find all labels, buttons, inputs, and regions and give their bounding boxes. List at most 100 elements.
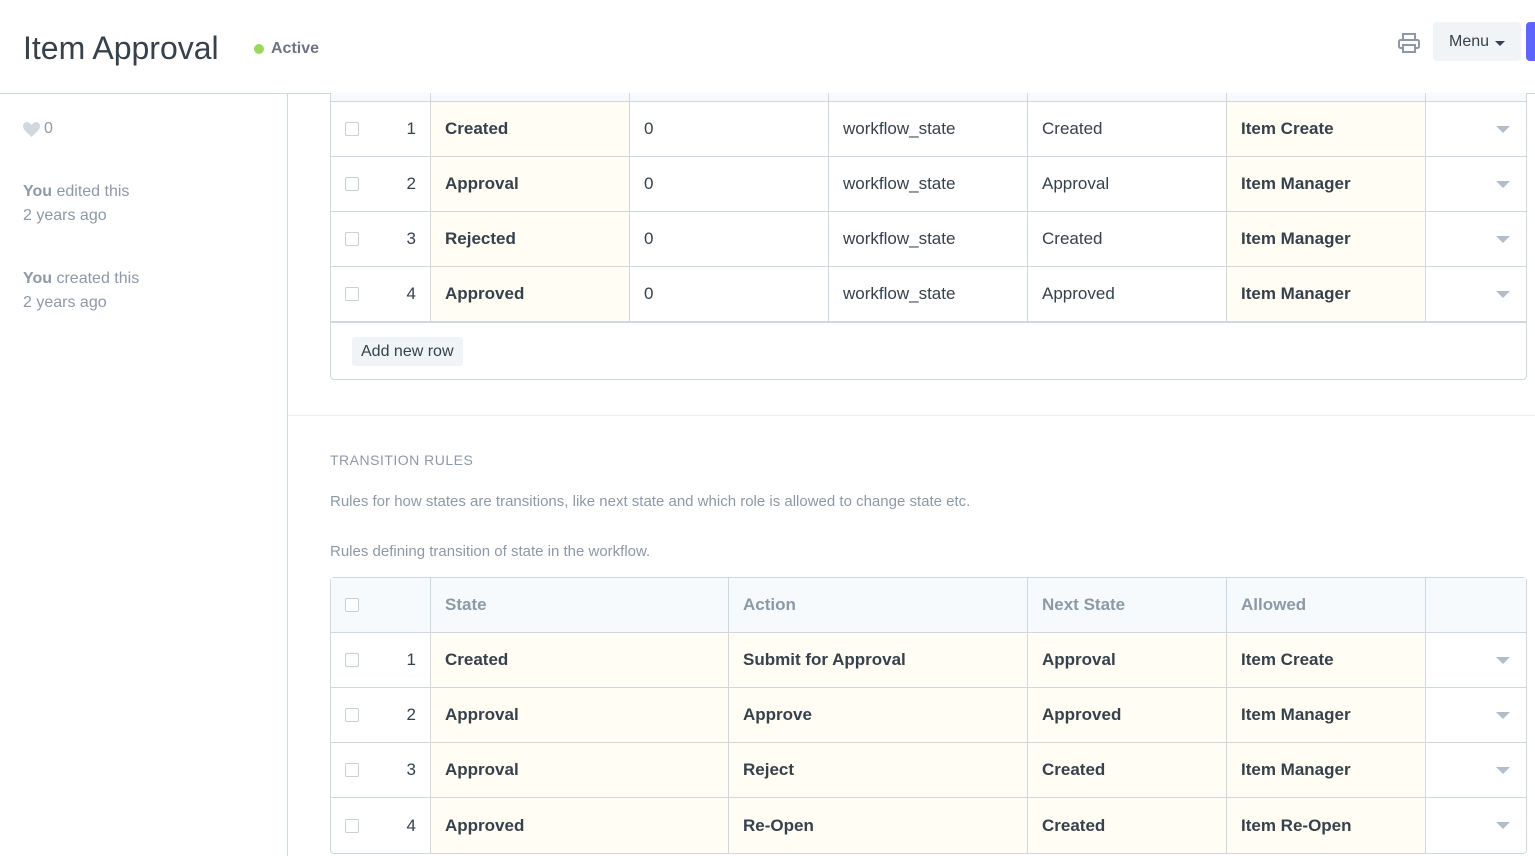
row-dropdown-icon[interactable]	[1496, 290, 1510, 298]
row-index: 1	[376, 633, 431, 687]
update-value-cell[interactable]: Approval	[1028, 157, 1227, 211]
doc-status-cell[interactable]: 0	[630, 267, 829, 321]
activity-time: 2 years ago	[23, 294, 107, 311]
page-title: Item Approval	[23, 30, 219, 66]
status-dot-icon	[254, 44, 264, 54]
row-checkbox[interactable]	[345, 763, 359, 777]
row-index: 2	[376, 157, 431, 211]
transitions-table: State Action Next State Allowed 1 Create…	[330, 577, 1527, 854]
update-value-cell[interactable]: Created	[1028, 212, 1227, 266]
add-new-row-button[interactable]: Add new row	[352, 337, 463, 366]
table-row[interactable]: 2 Approval Approve Approved Item Manager	[331, 688, 1526, 743]
table-row[interactable]: 4 Approved Re-Open Created Item Re-Open	[331, 798, 1526, 853]
activity-item: You edited this 2 years ago	[23, 180, 129, 228]
column-header-action: Action	[729, 578, 1028, 632]
column-header-next-state: Next State	[1028, 578, 1227, 632]
row-dropdown-icon[interactable]	[1496, 656, 1510, 664]
allow-edit-cell[interactable]: Item Manager	[1227, 212, 1426, 266]
row-dropdown-icon[interactable]	[1496, 235, 1510, 243]
doc-status-cell[interactable]: 0	[630, 212, 829, 266]
allow-edit-cell[interactable]: Item Manager	[1227, 157, 1426, 211]
update-value-cell[interactable]: Created	[1028, 102, 1227, 156]
row-dropdown-icon[interactable]	[1496, 711, 1510, 719]
state-cell[interactable]: Approval	[431, 157, 630, 211]
table-row[interactable]: 3 Rejected 0 workflow_state Created Item…	[331, 212, 1526, 267]
primary-action-button[interactable]	[1526, 22, 1535, 61]
caret-down-icon	[1495, 40, 1506, 46]
print-icon[interactable]	[1398, 33, 1420, 53]
doc-status-cell[interactable]: 0	[630, 157, 829, 211]
update-field-cell[interactable]: workflow_state	[829, 102, 1028, 156]
action-cell[interactable]: Reject	[729, 743, 1028, 797]
states-table: 1 Created 0 workflow_state Created Item …	[330, 93, 1527, 380]
row-dropdown-icon[interactable]	[1496, 766, 1510, 774]
row-index: 3	[376, 743, 431, 797]
state-cell[interactable]: Created	[431, 633, 729, 687]
table-row[interactable]: 1 Created 0 workflow_state Created Item …	[331, 102, 1526, 157]
update-field-cell[interactable]: workflow_state	[829, 267, 1028, 321]
row-checkbox[interactable]	[345, 287, 359, 301]
next-state-cell[interactable]: Created	[1028, 798, 1227, 853]
action-cell[interactable]: Approve	[729, 688, 1028, 742]
main-content: 1 Created 0 workflow_state Created Item …	[288, 93, 1535, 856]
row-checkbox[interactable]	[345, 818, 359, 833]
row-dropdown-icon[interactable]	[1496, 125, 1510, 133]
row-dropdown-icon[interactable]	[1496, 822, 1510, 829]
activity-text: edited this	[52, 183, 130, 200]
allow-edit-cell[interactable]: Item Create	[1227, 102, 1426, 156]
table-row[interactable]: 2 Approval 0 workflow_state Approval Ite…	[331, 157, 1526, 212]
allowed-cell[interactable]: Item Manager	[1227, 688, 1426, 742]
state-cell[interactable]: Approved	[431, 798, 729, 853]
update-value-cell[interactable]: Approved	[1028, 267, 1227, 321]
row-dropdown-icon[interactable]	[1496, 180, 1510, 188]
section-description: Rules for how states are transitions, li…	[330, 493, 971, 510]
row-checkbox[interactable]	[345, 122, 359, 136]
table-row[interactable]: 4 Approved 0 workflow_state Approved Ite…	[331, 267, 1526, 322]
update-field-cell[interactable]: workflow_state	[829, 157, 1028, 211]
action-cell[interactable]: Re-Open	[729, 798, 1028, 853]
row-checkbox[interactable]	[345, 232, 359, 246]
like-count: 0	[44, 120, 53, 137]
table-header-row	[331, 93, 1526, 102]
allowed-cell[interactable]: Item Re-Open	[1227, 798, 1426, 853]
row-checkbox[interactable]	[345, 653, 359, 667]
column-header-allowed: Allowed	[1227, 578, 1426, 632]
next-state-cell[interactable]: Approved	[1028, 688, 1227, 742]
state-cell[interactable]: Created	[431, 102, 630, 156]
row-index: 2	[376, 688, 431, 742]
menu-button-label: Menu	[1448, 32, 1490, 50]
status-label: Active	[271, 40, 320, 57]
action-cell[interactable]: Submit for Approval	[729, 633, 1028, 687]
row-index: 3	[376, 212, 431, 266]
activity-actor: You	[23, 183, 53, 200]
state-cell[interactable]: Approved	[431, 267, 630, 321]
next-state-cell[interactable]: Approval	[1028, 633, 1227, 687]
next-state-cell[interactable]: Created	[1028, 743, 1227, 797]
state-cell[interactable]: Approval	[431, 743, 729, 797]
row-index: 4	[376, 798, 431, 853]
section-divider	[288, 415, 1535, 416]
column-header-state: State	[431, 578, 729, 632]
state-cell[interactable]: Approval	[431, 688, 729, 742]
allowed-cell[interactable]: Item Create	[1227, 633, 1426, 687]
state-cell[interactable]: Rejected	[431, 212, 630, 266]
table-row[interactable]: 1 Created Submit for Approval Approval I…	[331, 633, 1526, 688]
row-checkbox[interactable]	[345, 177, 359, 191]
sidebar: 0 You edited this 2 years ago You create…	[0, 94, 288, 856]
grid-footer: Add new row	[331, 322, 1526, 379]
like-counter[interactable]: 0	[23, 120, 53, 138]
row-index: 4	[376, 267, 431, 321]
allowed-cell[interactable]: Item Manager	[1227, 743, 1426, 797]
activity-actor: You	[23, 270, 53, 287]
allow-edit-cell[interactable]: Item Manager	[1227, 267, 1426, 321]
table-row[interactable]: 3 Approval Reject Created Item Manager	[331, 743, 1526, 798]
field-description: Rules defining transition of state in th…	[330, 543, 651, 560]
update-field-cell[interactable]: workflow_state	[829, 212, 1028, 266]
heart-icon[interactable]	[23, 121, 40, 137]
section-heading: TRANSITION RULES	[330, 452, 474, 468]
select-all-checkbox[interactable]	[345, 598, 359, 612]
row-checkbox[interactable]	[345, 708, 359, 722]
row-index: 1	[376, 102, 431, 156]
menu-button[interactable]: Menu	[1433, 22, 1521, 61]
doc-status-cell[interactable]: 0	[630, 102, 829, 156]
